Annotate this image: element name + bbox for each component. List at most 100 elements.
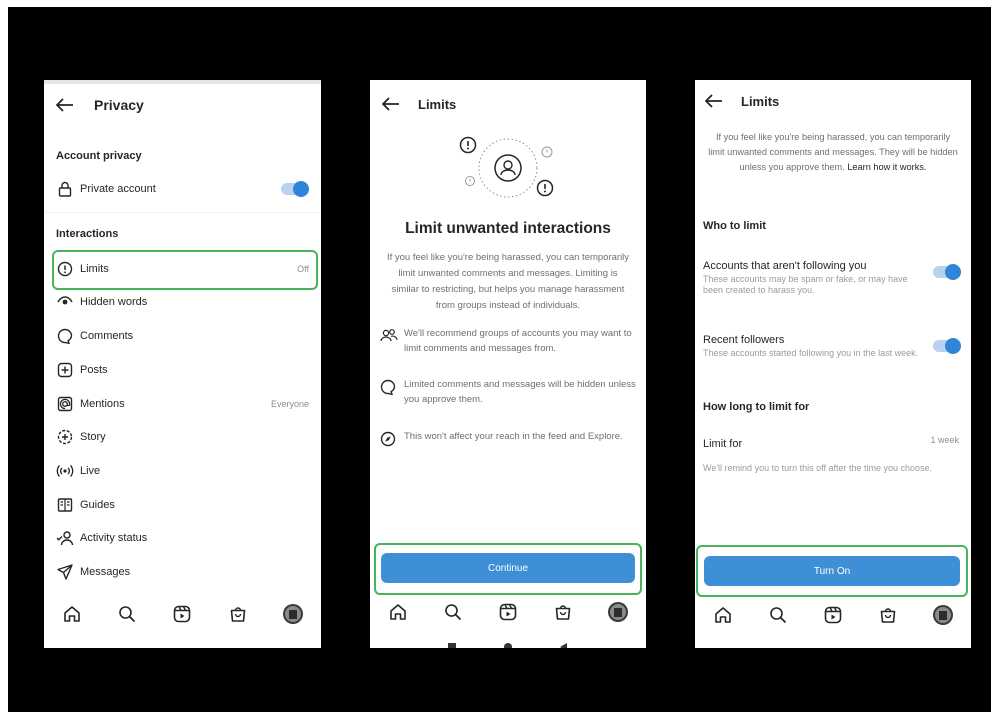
limit-for-value: 1 week: [930, 435, 959, 445]
bullet-text: This won't affect your reach in the feed…: [404, 431, 623, 442]
home-icon[interactable]: [712, 604, 734, 626]
private-account-row[interactable]: Private account: [44, 172, 321, 206]
menu-item-guides[interactable]: Guides: [44, 488, 321, 522]
menu-item-story[interactable]: Story: [44, 420, 321, 454]
live-icon: [56, 462, 74, 480]
system-nav-bar: [695, 640, 971, 648]
limit-for-row[interactable]: Limit for 1 week: [703, 434, 963, 450]
bullet-reach: This won't affect your reach in the feed…: [380, 429, 636, 452]
menu-item-label: Guides: [80, 499, 115, 511]
limits-header: Limits: [703, 90, 971, 112]
non-followers-toggle[interactable]: [933, 264, 961, 280]
back-arrow-icon[interactable]: [380, 93, 402, 115]
bottom-tab-bar: [695, 598, 971, 632]
bullet-hidden: Limited comments and messages will be hi…: [380, 377, 636, 407]
menu-item-limits[interactable]: Limits Off: [44, 252, 321, 286]
menu-item-value: Everyone: [270, 399, 309, 409]
page-title: Limits: [741, 93, 780, 109]
page-title: Privacy: [94, 97, 144, 113]
search-icon[interactable]: [767, 604, 789, 626]
menu-item-label: Story: [80, 431, 106, 443]
guides-icon: [56, 496, 74, 514]
reminder-text: We'll remind you to turn this off after …: [703, 463, 932, 473]
story-icon: [56, 428, 74, 446]
limit-intro-text: If you feel like you're being harassed, …: [386, 252, 630, 311]
privacy-header: Privacy: [54, 94, 321, 116]
learn-more-link[interactable]: Learn how it works.: [847, 162, 926, 172]
system-nav-bar: [370, 638, 646, 648]
option-description: These accounts may be spam or fake, or m…: [703, 274, 908, 295]
limit-heading: Limit unwanted interactions: [405, 220, 611, 237]
lock-icon: [56, 180, 74, 198]
compass-icon: [380, 431, 398, 452]
back-arrow-icon[interactable]: [54, 94, 76, 116]
menu-item-comments[interactable]: Comments: [44, 319, 321, 353]
menu-item-posts[interactable]: Posts: [44, 353, 321, 387]
turn-on-button[interactable]: Turn On: [704, 556, 960, 586]
system-nav-bar: [44, 642, 321, 648]
menu-item-mentions[interactable]: Mentions Everyone: [44, 387, 321, 421]
back-arrow-icon[interactable]: [703, 90, 725, 112]
menu-item-activity-status[interactable]: Activity status: [44, 521, 321, 555]
reels-icon[interactable]: [171, 603, 193, 625]
reels-icon[interactable]: [822, 604, 844, 626]
menu-item-label: Limits: [80, 263, 109, 275]
option-recent-followers[interactable]: Recent followers These accounts started …: [703, 334, 963, 359]
home-icon[interactable]: [387, 601, 409, 623]
at-icon: [56, 395, 74, 413]
menu-item-label: Messages: [80, 566, 131, 578]
private-account-toggle[interactable]: [281, 181, 309, 197]
search-icon[interactable]: [116, 603, 138, 625]
menu-item-messages[interactable]: Messages: [44, 555, 321, 589]
limit-illustration: [452, 132, 562, 204]
option-non-followers[interactable]: Accounts that aren't following you These…: [703, 260, 963, 296]
shop-icon[interactable]: [227, 603, 249, 625]
interactions-heading: Interactions: [56, 228, 119, 240]
menu-item-label: Hidden words: [80, 296, 148, 308]
limits-icon: [56, 260, 74, 278]
option-title: Recent followers: [703, 334, 785, 346]
menu-item-live[interactable]: Live: [44, 454, 321, 488]
private-account-label: Private account: [80, 183, 156, 195]
status-bar: [44, 80, 321, 84]
privacy-screen: Privacy Account privacy Private account …: [44, 80, 321, 648]
menu-item-value: Off: [297, 264, 309, 274]
activity-icon: [56, 529, 74, 547]
profile-avatar[interactable]: [607, 601, 629, 623]
bottom-tab-bar: [370, 595, 646, 629]
plus-square-icon: [56, 361, 74, 379]
limits-settings-screen: Limits If you feel like you're being har…: [695, 80, 971, 648]
reminder-note: We'll remind you to turn this off after …: [703, 460, 963, 474]
recent-followers-toggle[interactable]: [933, 338, 961, 354]
shop-icon[interactable]: [552, 601, 574, 623]
option-title: Accounts that aren't following you: [703, 260, 867, 272]
divider: [44, 212, 321, 213]
profile-avatar[interactable]: [932, 604, 954, 626]
limits-header: Limits: [380, 93, 646, 115]
limit-for-label: Limit for: [703, 438, 743, 450]
menu-item-label: Live: [80, 465, 101, 477]
menu-item-hidden-words[interactable]: Hidden words: [44, 285, 321, 319]
menu-item-label: Activity status: [80, 532, 148, 544]
menu-item-label: Mentions: [80, 398, 125, 410]
option-description: These accounts started following you in …: [703, 348, 919, 358]
profile-avatar[interactable]: [282, 603, 304, 625]
limits-intro-screen: Limits Limit unwanted interactions If yo…: [370, 80, 646, 648]
menu-item-label: Posts: [80, 364, 108, 376]
continue-button[interactable]: Continue: [381, 553, 635, 583]
eye-icon: [56, 293, 74, 311]
bullet-text: We'll recommend groups of accounts you m…: [404, 328, 632, 354]
comment-icon: [56, 327, 74, 345]
bullet-recommend: We'll recommend groups of accounts you m…: [380, 326, 636, 356]
how-long-heading: How long to limit for: [703, 401, 810, 413]
reels-icon[interactable]: [497, 601, 519, 623]
home-icon[interactable]: [61, 603, 83, 625]
bullet-text: Limited comments and messages will be hi…: [404, 379, 636, 405]
shop-icon[interactable]: [877, 604, 899, 626]
limits-intro: If you feel like you're being harassed, …: [707, 130, 959, 175]
comment-icon: [380, 379, 398, 407]
people-icon: [380, 328, 398, 356]
account-privacy-heading: Account privacy: [56, 150, 142, 162]
page-title: Limits: [418, 96, 457, 112]
search-icon[interactable]: [442, 601, 464, 623]
